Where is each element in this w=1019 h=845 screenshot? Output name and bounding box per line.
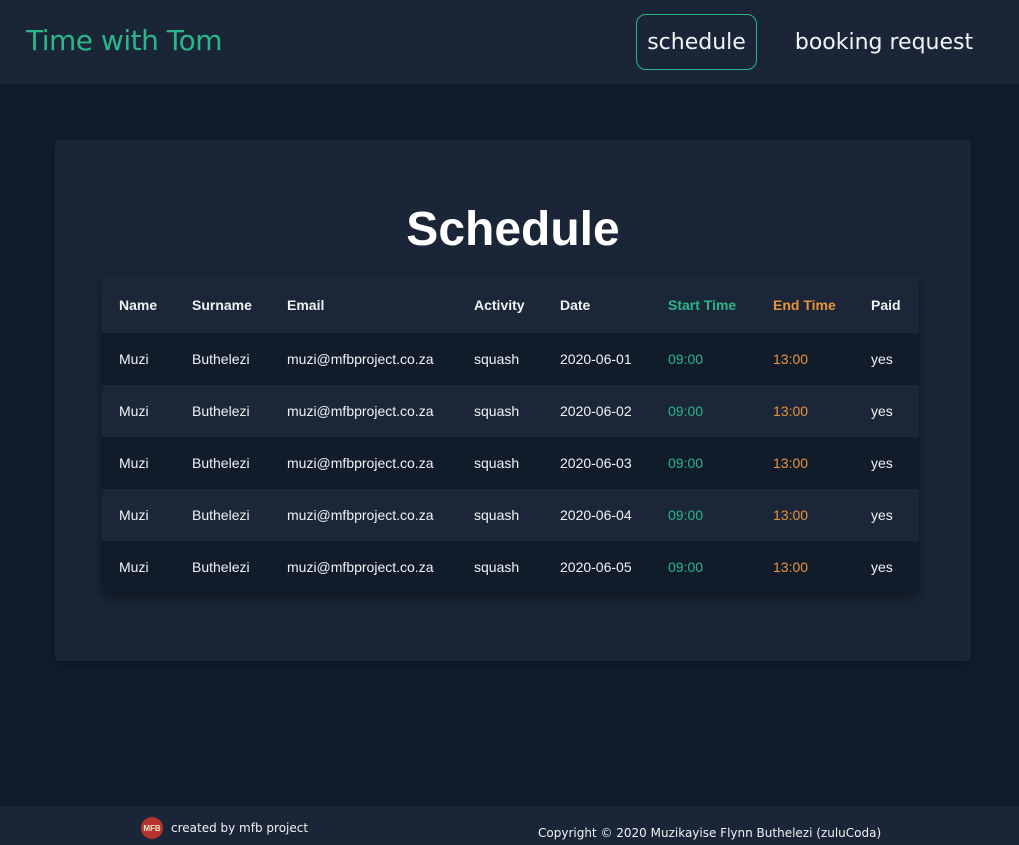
cell-start-time: 09:00 [668,351,704,367]
table-row: Muzi Buthelezi muzi@mfbproject.co.za squ… [102,489,919,541]
cell-start-time: 09:00 [668,403,704,419]
cell-activity: squash [474,455,520,471]
schedule-card: Schedule Name Surname Email Activity Dat… [55,140,971,661]
cell-activity: squash [474,507,520,523]
cell-end-time: 13:00 [773,507,809,523]
column-header-email: Email [287,296,325,313]
cell-name: Muzi [119,351,149,367]
cell-paid: yes [871,507,893,523]
cell-name: Muzi [119,559,149,575]
table-row: Muzi Buthelezi muzi@mfbproject.co.za squ… [102,333,919,385]
created-by-text: created by mfb project [171,821,309,835]
copyright-text: Copyright © 2020 Muzikayise Flynn Buthel… [538,826,882,840]
cell-paid: yes [871,351,893,367]
cell-end-time: 13:00 [773,403,809,419]
cell-surname: Buthelezi [192,403,250,419]
table-row: Muzi Buthelezi muzi@mfbproject.co.za squ… [102,437,919,489]
column-header-end-time: End Time [773,296,836,313]
cell-date: 2020-06-03 [560,455,632,471]
cell-paid: yes [871,403,893,419]
cell-surname: Buthelezi [192,559,250,575]
cell-surname: Buthelezi [192,507,250,523]
mfb-logo-icon[interactable]: MFB [141,817,163,839]
cell-email: muzi@mfbproject.co.za [287,559,434,575]
schedule-table: Name Surname Email Activity Date Start T… [102,276,919,593]
cell-activity: squash [474,403,520,419]
footer: MFB created by mfb project Copyright © 2… [0,806,1019,845]
cell-end-time: 13:00 [773,559,809,575]
cell-surname: Buthelezi [192,351,250,367]
cell-date: 2020-06-05 [560,559,632,575]
cell-name: Muzi [119,403,149,419]
brand-title[interactable]: Time with Tom [26,24,222,57]
cell-surname: Buthelezi [192,455,250,471]
column-header-name: Name [119,296,158,313]
cell-date: 2020-06-04 [560,507,632,523]
cell-start-time: 09:00 [668,507,704,523]
column-header-date: Date [560,296,591,313]
cell-name: Muzi [119,507,149,523]
cell-date: 2020-06-02 [560,403,632,419]
table-header-row: Name Surname Email Activity Date Start T… [102,276,919,333]
column-header-surname: Surname [192,296,252,313]
column-header-activity: Activity [474,296,525,313]
page-title: Schedule [406,203,620,256]
column-header-paid: Paid [871,296,901,313]
cell-email: muzi@mfbproject.co.za [287,455,434,471]
cell-email: muzi@mfbproject.co.za [287,403,434,419]
nav-schedule-link[interactable]: schedule [636,14,757,70]
cell-end-time: 13:00 [773,351,809,367]
cell-start-time: 09:00 [668,455,704,471]
cell-email: muzi@mfbproject.co.za [287,351,434,367]
cell-date: 2020-06-01 [560,351,632,367]
cell-email: muzi@mfbproject.co.za [287,507,434,523]
cell-name: Muzi [119,455,149,471]
cell-paid: yes [871,455,893,471]
cell-start-time: 09:00 [668,559,704,575]
column-header-start-time: Start Time [668,296,737,313]
table-row: Muzi Buthelezi muzi@mfbproject.co.za squ… [102,541,919,593]
schedule-table-container: Name Surname Email Activity Date Start T… [102,276,919,593]
cell-end-time: 13:00 [773,455,809,471]
cell-activity: squash [474,559,520,575]
nav-booking-request-link[interactable]: booking request [784,14,984,70]
navbar: Time with Tom schedule booking request [0,0,1019,84]
cell-paid: yes [871,559,893,575]
table-row: Muzi Buthelezi muzi@mfbproject.co.za squ… [102,385,919,437]
cell-activity: squash [474,351,520,367]
